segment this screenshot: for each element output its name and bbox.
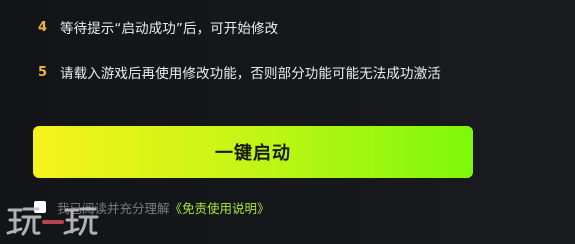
step-text: 等待提示“启动成功”后，可开始修改 — [60, 21, 279, 37]
agreement-text: 我已阅读并充分理解 — [57, 200, 170, 216]
step-number: 5 — [38, 64, 48, 80]
step-number: 4 — [38, 19, 48, 35]
agreement-checkbox[interactable] — [34, 201, 46, 213]
step-4: 4 等待提示“启动成功”后，可开始修改 — [38, 17, 279, 38]
disclaimer-link[interactable]: 《免责使用说明》 — [170, 198, 270, 217]
launch-button-label: 一键启动 — [215, 143, 291, 164]
step-text: 请载入游戏后再使用修改功能，否则部分功能可能无法成功激活 — [60, 66, 441, 82]
agreement-row: 我已阅读并充分理解 《免责使用说明》 — [34, 198, 270, 216]
step-5: 5 请载入游戏后再使用修改功能，否则部分功能可能无法成功激活 — [38, 62, 441, 83]
one-click-launch-button[interactable]: 一键启动 — [33, 126, 473, 178]
